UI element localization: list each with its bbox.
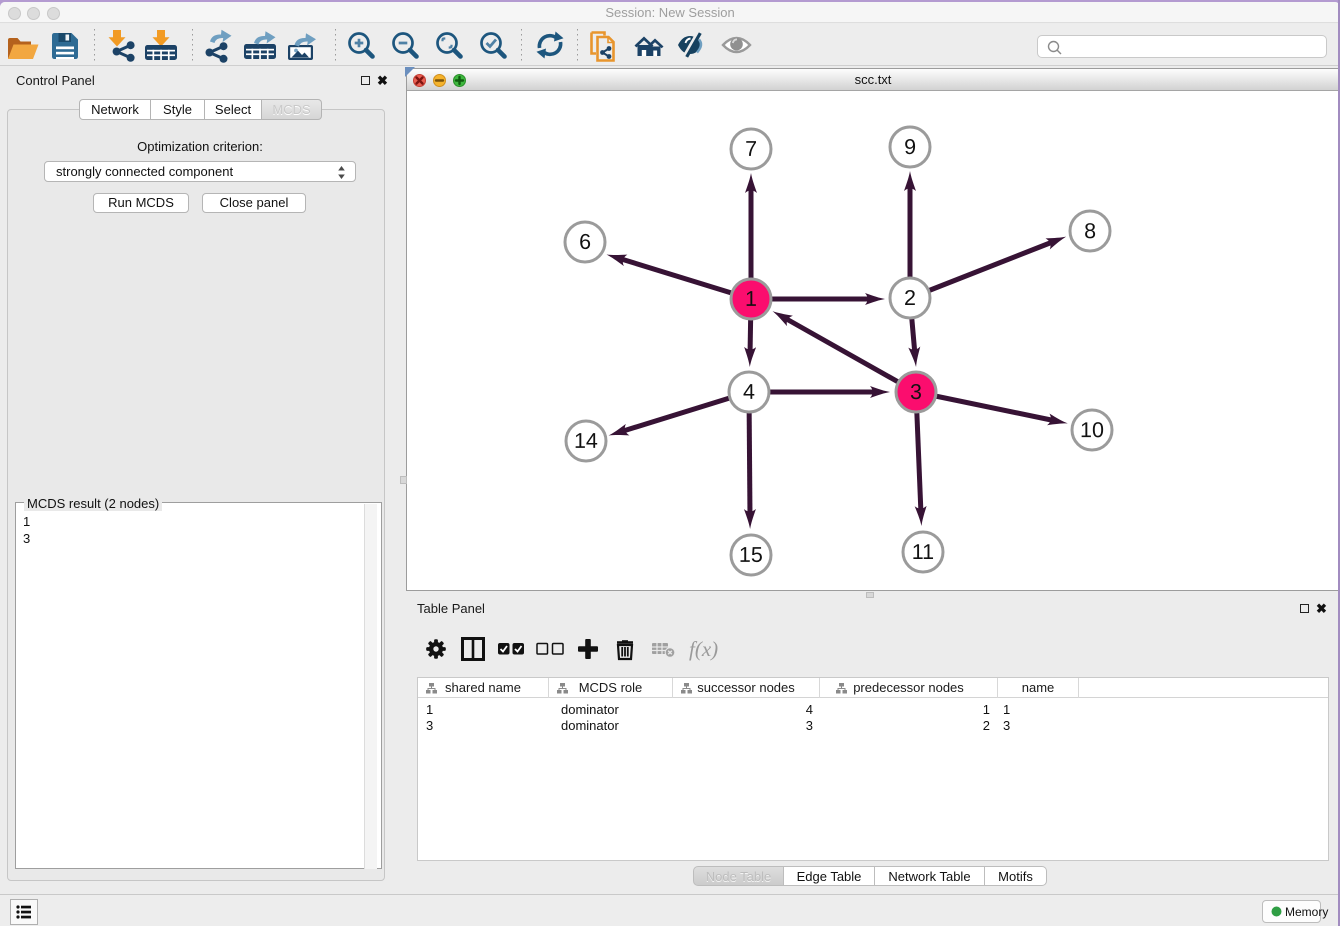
svg-text:8: 8 — [1084, 219, 1096, 243]
svg-text:3: 3 — [910, 380, 922, 404]
svg-text:1: 1 — [745, 287, 757, 311]
svg-text:14: 14 — [574, 429, 598, 453]
svg-text:11: 11 — [912, 540, 934, 564]
svg-text:f(x): f(x) — [689, 637, 718, 661]
svg-text:2: 2 — [904, 286, 916, 310]
svg-text:10: 10 — [1080, 418, 1104, 442]
svg-text:9: 9 — [904, 135, 916, 159]
svg-text:7: 7 — [745, 137, 757, 161]
svg-text:4: 4 — [743, 380, 755, 404]
svg-text:15: 15 — [739, 543, 763, 567]
svg-text:6: 6 — [579, 230, 591, 254]
